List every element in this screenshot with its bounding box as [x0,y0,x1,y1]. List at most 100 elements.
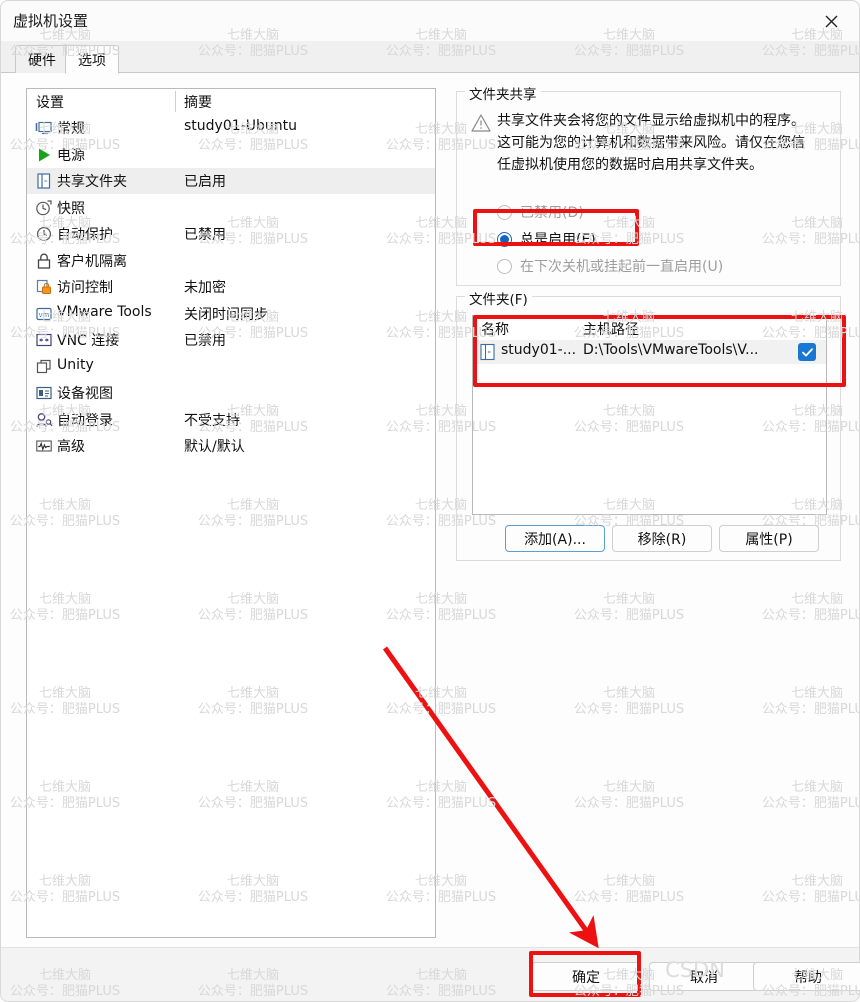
folders-column-header-path: 主机路径 [583,322,639,338]
shared-folder-icon [480,343,496,361]
settings-row-8[interactable]: vm VMware Tools 关闭时间同步 [27,301,435,327]
lock-icon [35,252,53,270]
folders-column-header-name: 名称 [481,322,509,338]
svg-text:vm: vm [39,310,50,318]
folders-row-path: D:\Tools\VMwareTools\V... [583,342,759,358]
settings-row-label: VNC 连接 [57,333,120,349]
settings-row-label: 高级 [57,439,85,455]
column-divider [175,91,176,112]
settings-row-summary: 已启用 [184,174,226,190]
settings-row-13[interactable]: 高级 默认/默认 [27,433,435,459]
settings-row-4[interactable]: 快照 [27,195,435,221]
help-button-label: 帮助 [794,969,822,986]
settings-row-11[interactable]: 设备视图 [27,380,435,406]
help-button[interactable]: 帮助 [753,962,860,991]
tab-options-label: 选项 [78,52,106,69]
settings-row-9[interactable]: VNC 连接 已禁用 [27,327,435,353]
settings-row-2[interactable]: 电源 [27,142,435,168]
access-lock-icon [35,278,53,296]
folder-properties-button-label: 属性(P) [745,531,793,548]
settings-row-label: 客户机隔离 [57,253,127,270]
radio-disabled-dot [497,204,512,220]
folders-listview[interactable]: 名称 主机路径 study01-... D:\Tools\VMwareTools… [472,315,827,515]
vnc-icon [35,331,53,349]
settings-row-summary: 默认/默认 [184,439,245,455]
tab-options[interactable]: 选项 [65,45,119,74]
play-icon [35,146,53,164]
radio-until-shutdown-dot [497,258,512,274]
folder-sharing-group-title: 文件夹共享 [465,83,541,103]
settings-row-6[interactable]: 客户机隔离 [27,248,435,274]
column-header-summary: 摘要 [184,95,212,111]
settings-list[interactable]: 设置 摘要 常规 study01-Ubuntu 电源 共享文件夹 已启用 快照 自动保护 已禁… [26,88,436,938]
warning-triangle-icon [471,114,491,132]
settings-row-label: 快照 [57,200,85,217]
settings-row-7[interactable]: 访问控制 未加密 [27,274,435,300]
settings-row-label: 电源 [57,147,85,164]
settings-row-10[interactable]: Unity [27,354,435,380]
settings-row-summary: 已禁用 [184,333,226,349]
check-icon[interactable] [798,343,816,361]
folders-row-name: study01-... [501,342,577,358]
tab-hardware[interactable]: 硬件 [15,45,69,73]
folder-properties-button[interactable]: 属性(P) [719,525,819,552]
dialog-body: 设置 摘要 常规 study01-Ubuntu 电源 共享文件夹 已启用 快照 自动保护 已禁… [1,73,859,947]
shared-folder-icon [35,172,53,190]
dialog-footer: 确定 取消 帮助 [1,947,860,1001]
settings-row-summary: 已禁用 [184,227,226,243]
remove-folder-button-label: 移除(R) [637,531,687,548]
tab-hardware-label: 硬件 [28,52,56,69]
radio-disabled[interactable]: 已禁用(D) [497,200,584,224]
add-folder-button-label: 添加(A)... [524,531,586,548]
monitor-icon [35,119,53,137]
cancel-button[interactable]: 取消 [649,962,759,991]
settings-row-label: 自动保护 [57,227,113,243]
folders-list-header: 名称 主机路径 [473,316,826,340]
title-bar: 虚拟机设置 [1,1,859,41]
options-right-panel: 文件夹共享 共享文件夹会将您的文件显示给虚拟机中的程序。这可能为您的计算机和数据… [456,81,841,561]
ok-button-label: 确定 [572,969,600,986]
folder-sharing-group: 文件夹共享 共享文件夹会将您的文件显示给虚拟机中的程序。这可能为您的计算机和数据… [456,83,841,286]
settings-row-3[interactable]: 共享文件夹 已启用 [27,168,435,194]
settings-row-5[interactable]: 自动保护 已禁用 [27,221,435,247]
folders-table-row[interactable]: study01-... D:\Tools\VMwareTools\V... [473,340,826,364]
radio-until-shutdown-label: 在下次关机或挂起前一直启用(U) [520,259,724,275]
folders-group-title: 文件夹(F) [465,288,532,308]
auto-login-icon [35,411,53,429]
settings-row-12[interactable]: 自动登录 不受支持 [27,407,435,433]
settings-row-summary: 未加密 [184,280,226,296]
folder-sharing-warning-text: 共享文件夹会将您的文件显示给虚拟机中的程序。这可能为您的计算机和数据带来风险。请… [497,113,805,173]
device-view-icon [35,384,53,402]
radio-always-enabled[interactable]: 总是启用(E) [497,227,596,251]
add-folder-button[interactable]: 添加(A)... [505,525,605,552]
clock-icon [35,225,53,243]
settings-row-label: Unity [57,356,94,373]
remove-folder-button[interactable]: 移除(R) [612,525,712,552]
radio-always-enabled-dot [497,231,512,247]
settings-row-label: VMware Tools [57,303,152,320]
settings-list-header: 设置 摘要 [27,89,435,115]
settings-row-label: 共享文件夹 [57,174,127,190]
unity-icon [35,358,53,376]
cancel-button-label: 取消 [690,969,718,986]
settings-row-summary: 不受支持 [184,412,240,429]
settings-row-summary: study01-Ubuntu [184,118,297,134]
radio-until-shutdown[interactable]: 在下次关机或挂起前一直启用(U) [497,254,723,278]
settings-row-label: 自动登录 [57,412,113,429]
advanced-icon [35,437,53,455]
close-icon[interactable] [811,7,851,35]
snapshot-icon [35,199,53,217]
vmware-tools-icon: vm [35,305,53,323]
tab-strip: 硬件 选项 [1,41,859,74]
settings-row-1[interactable]: 常规 study01-Ubuntu [27,115,435,141]
radio-disabled-label: 已禁用(D) [520,205,584,221]
folders-group: 文件夹(F) 名称 主机路径 study01-... D:\Tools\VMwa… [456,288,841,561]
page-title: 虚拟机设置 [13,12,89,30]
ok-button[interactable]: 确定 [531,962,641,991]
settings-row-label: 访问控制 [57,280,113,296]
vm-settings-dialog: 虚拟机设置 硬件 选项 设置 摘要 常规 study01-Ubuntu 电源 共享文件… [0,0,860,1002]
settings-row-summary: 关闭时间同步 [184,306,268,323]
settings-row-label: 设备视图 [57,386,113,402]
radio-always-enabled-label: 总是启用(E) [520,232,596,248]
settings-row-label: 常规 [57,121,85,137]
